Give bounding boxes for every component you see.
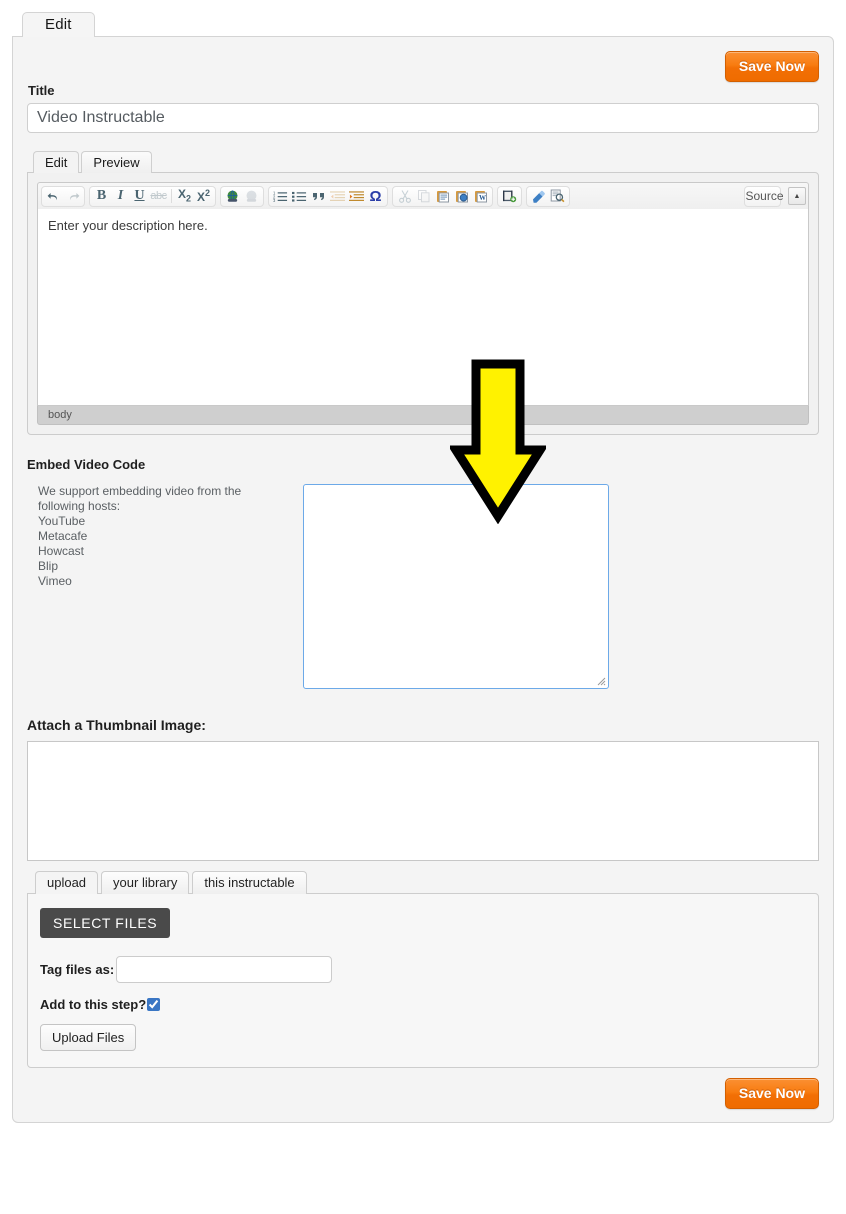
supported-hosts-list: We support embedding video from the foll… bbox=[27, 484, 287, 589]
remove-format-icon[interactable] bbox=[529, 187, 548, 206]
toolbar-group-link bbox=[220, 185, 264, 207]
upload-tab-this-instructable-label: this instructable bbox=[204, 875, 295, 890]
toolbar-group-source: Source bbox=[744, 185, 784, 207]
host-howcast: Howcast bbox=[38, 544, 85, 558]
toolbar-group-clipboard: W bbox=[392, 185, 493, 207]
paste-as-plain-text-icon[interactable] bbox=[452, 187, 471, 206]
toolbar-group-lists: 123 Ω bbox=[268, 185, 388, 207]
find-replace-icon[interactable] bbox=[548, 187, 567, 206]
upload-files-button[interactable]: Upload Files bbox=[40, 1024, 137, 1051]
save-row-bottom: Save Now bbox=[27, 1078, 819, 1109]
tab-edit[interactable]: Edit bbox=[22, 12, 95, 37]
upload-tab-upload[interactable]: upload bbox=[35, 871, 99, 894]
save-now-button-bottom[interactable]: Save Now bbox=[724, 1078, 819, 1109]
host-metacafe: Metacafe bbox=[38, 529, 88, 543]
superscript-icon[interactable]: X2 bbox=[194, 187, 213, 206]
supported-hosts-intro: We support embedding video from the foll… bbox=[38, 484, 242, 513]
embed-textarea-wrapper bbox=[303, 484, 609, 689]
add-to-step-checkbox[interactable] bbox=[147, 998, 161, 1011]
toolbar-group-undo bbox=[41, 185, 85, 207]
editor-tab-edit[interactable]: Edit bbox=[33, 151, 80, 173]
editor-element-path: body bbox=[37, 406, 809, 425]
editor-tab-preview-label: Preview bbox=[93, 155, 140, 170]
host-blip: Blip bbox=[38, 559, 59, 573]
save-row-top: Save Now bbox=[27, 51, 819, 82]
host-youtube: YouTube bbox=[38, 514, 86, 528]
undo-icon[interactable] bbox=[44, 187, 63, 206]
toolbar-group-media bbox=[497, 185, 522, 207]
toolbar-group-tools bbox=[526, 185, 570, 207]
edit-page: Edit Save Now Title Edit Preview bbox=[12, 12, 834, 1123]
editor-tab-edit-label: Edit bbox=[45, 155, 68, 170]
link-icon[interactable] bbox=[223, 187, 242, 206]
embed-video-heading: Embed Video Code bbox=[27, 457, 146, 472]
svg-text:3: 3 bbox=[273, 198, 276, 203]
upload-tab-this-instructable[interactable]: this instructable bbox=[192, 871, 307, 894]
edit-panel: Save Now Title Edit Preview bbox=[12, 36, 834, 1123]
editor-content-area[interactable]: Enter your description here. bbox=[37, 209, 809, 406]
source-button[interactable]: Source bbox=[745, 187, 783, 206]
description-editor-block: Edit Preview B I U abc X2 X2 1 2 3 Ω W S… bbox=[27, 151, 819, 435]
indent-icon[interactable] bbox=[347, 187, 366, 206]
select-files-button[interactable]: SELECT FILES bbox=[40, 908, 171, 938]
bold-icon[interactable]: B bbox=[92, 187, 111, 206]
ckeditor-shell: B I U abc X2 X2 1 2 3 Ω W Source ▲ Enter… bbox=[27, 172, 819, 435]
embed-video-code-textarea[interactable] bbox=[303, 484, 609, 689]
insert-media-icon[interactable] bbox=[500, 187, 519, 206]
editor-placeholder-text: Enter your description here. bbox=[48, 218, 208, 233]
underline-icon[interactable]: U bbox=[130, 187, 149, 206]
toolbar-group-format: B I U abc X2 X2 bbox=[89, 185, 216, 207]
title-label: Title bbox=[28, 83, 55, 98]
thumbnail-dropzone[interactable] bbox=[27, 741, 819, 861]
italic-icon[interactable]: I bbox=[111, 187, 130, 206]
tag-files-label: Tag files as: bbox=[40, 962, 115, 977]
copy-icon[interactable] bbox=[414, 187, 433, 206]
paste-from-word-icon[interactable]: W bbox=[471, 187, 490, 206]
unlink-icon[interactable] bbox=[242, 187, 261, 206]
element-path-body[interactable]: body bbox=[48, 409, 72, 421]
tab-edit-label: Edit bbox=[45, 16, 72, 33]
svg-text:W: W bbox=[479, 194, 486, 202]
blockquote-icon[interactable] bbox=[309, 187, 328, 206]
editor-toolbar: B I U abc X2 X2 1 2 3 Ω W Source ▲ bbox=[37, 182, 809, 209]
editor-tab-preview[interactable]: Preview bbox=[81, 151, 152, 173]
add-to-step-label: Add to this step? bbox=[40, 997, 147, 1012]
upload-tab-your-library[interactable]: your library bbox=[101, 871, 190, 894]
bulleted-list-icon[interactable] bbox=[290, 187, 309, 206]
subscript-icon[interactable]: X2 bbox=[175, 187, 194, 206]
title-input[interactable] bbox=[27, 103, 819, 133]
paste-icon[interactable] bbox=[433, 187, 452, 206]
upload-tab-your-library-label: your library bbox=[113, 875, 178, 890]
tag-files-input[interactable] bbox=[116, 956, 333, 983]
host-vimeo: Vimeo bbox=[38, 574, 72, 588]
upload-tab-upload-label: upload bbox=[47, 875, 87, 890]
special-character-icon[interactable]: Ω bbox=[366, 187, 385, 206]
tag-files-row: Tag files as: bbox=[40, 956, 806, 983]
redo-icon[interactable] bbox=[63, 187, 82, 206]
thumbnail-section: Attach a Thumbnail Image: bbox=[27, 717, 819, 861]
upload-tab-strip: upload your library this instructable bbox=[27, 871, 819, 894]
save-now-button-top[interactable]: Save Now bbox=[724, 51, 819, 82]
cut-icon[interactable] bbox=[395, 187, 414, 206]
add-to-step-row: Add to this step? bbox=[40, 997, 806, 1012]
embed-video-section: Embed Video Code We support embedding vi… bbox=[27, 457, 819, 689]
editor-tab-strip: Edit Preview bbox=[27, 151, 819, 173]
source-label: Source bbox=[745, 189, 784, 203]
outdent-icon[interactable] bbox=[328, 187, 347, 206]
toolbar-separator bbox=[171, 189, 172, 203]
thumbnail-heading: Attach a Thumbnail Image: bbox=[27, 717, 206, 733]
numbered-list-icon[interactable]: 123 bbox=[271, 187, 290, 206]
outer-tab-strip: Edit bbox=[12, 12, 834, 37]
toolbar-collapse-button[interactable]: ▲ bbox=[788, 187, 806, 205]
strikethrough-icon[interactable]: abc bbox=[149, 187, 168, 206]
upload-panel: SELECT FILES Tag files as: Add to this s… bbox=[27, 893, 819, 1068]
